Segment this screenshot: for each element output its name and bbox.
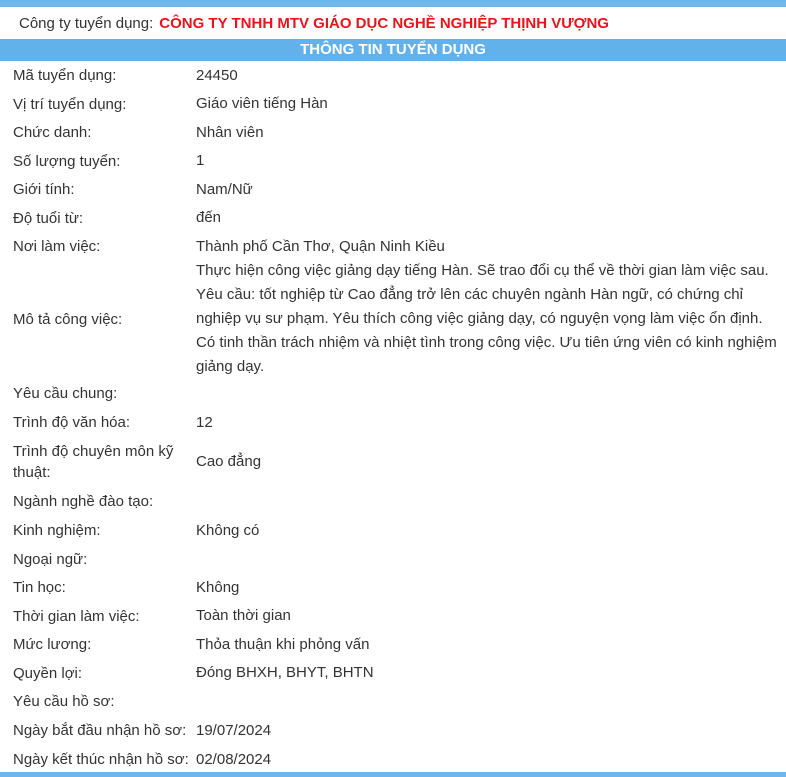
field-value: [196, 545, 786, 573]
field-value: Cao đẳng: [196, 452, 262, 470]
field-label: Ngày bắt đầu nhận hồ sơ:: [13, 722, 187, 739]
field-label: Ngày kết thúc nhận hồ sơ:: [13, 751, 189, 768]
field-value: [196, 377, 786, 409]
field-label: Ngành nghề đào tạo:: [13, 493, 154, 510]
field-value: Thỏa thuận khi phỏng vấn: [196, 635, 370, 653]
field-value: Nam/Nữ: [196, 180, 253, 198]
field-label: Thời gian làm việc:: [13, 607, 140, 625]
field-value: Giáo viên tiếng Hàn: [196, 95, 328, 112]
field-row-start-date: Ngày bắt đầu nhận hồ sơ: 19/07/2024: [0, 716, 786, 745]
field-value: đến: [196, 209, 222, 226]
field-value: Nhân viên: [196, 123, 264, 141]
field-label: Mô tả công việc:: [13, 310, 123, 328]
field-value: Không: [196, 578, 240, 596]
bottom-border: [0, 772, 786, 777]
company-label: Công ty tuyển dụng:: [19, 14, 154, 32]
field-value: Toàn thời gian: [196, 607, 291, 624]
field-row-major: Ngành nghề đào tạo:: [0, 487, 786, 516]
field-label: Yêu cầu chung:: [13, 384, 118, 402]
field-row-description: Mô tả công việc: Thực hiện công việc giả…: [0, 261, 786, 377]
field-value: [196, 687, 786, 716]
field-value: 19/07/2024: [196, 721, 272, 739]
field-value: 24450: [196, 66, 238, 84]
field-row-position: Vị trí tuyển dụng: Giáo viên tiếng Hàn: [0, 90, 786, 118]
field-value: 1: [196, 152, 205, 169]
field-value: 02/08/2024: [196, 750, 272, 768]
field-value: Không có: [196, 521, 260, 539]
field-value: Đóng BHXH, BHYT, BHTN: [196, 664, 374, 681]
field-label: Trình độ văn hóa:: [13, 414, 131, 431]
field-row-documents: Yêu cầu hồ sơ:: [0, 687, 786, 716]
field-label: Vị trí tuyển dụng:: [13, 95, 127, 113]
field-label: Trình độ chuyên môn kỹ thuật:: [13, 442, 174, 481]
field-row-education: Trình độ văn hóa: 12: [0, 409, 786, 436]
field-label: Số lượng tuyển:: [13, 152, 121, 170]
section-title: THÔNG TIN TUYỂN DỤNG: [0, 39, 786, 61]
field-value: [196, 487, 786, 516]
field-row-experience: Kinh nghiệm: Không có: [0, 516, 786, 545]
field-row-language: Ngoại ngữ:: [0, 545, 786, 573]
field-row-workplace: Nơi làm việc: Thành phố Cần Thơ, Quận Ni…: [0, 232, 786, 261]
field-row-end-date: Ngày kết thúc nhận hồ sơ: 02/08/2024: [0, 745, 786, 774]
field-label: Kinh nghiệm:: [13, 522, 101, 539]
field-row-job-code: Mã tuyển dụng: 24450: [0, 61, 786, 90]
top-border: [0, 0, 786, 7]
field-label: Quyền lợi:: [13, 664, 83, 682]
field-row-age: Độ tuổi từ: đến: [0, 204, 786, 232]
field-label: Độ tuổi từ:: [13, 209, 84, 227]
field-row-quantity: Số lượng tuyển: 1: [0, 147, 786, 175]
field-row-general-requirements: Yêu cầu chung:: [0, 377, 786, 409]
field-row-working-time: Thời gian làm việc: Toàn thời gian: [0, 602, 786, 630]
company-row: Công ty tuyển dụng: CÔNG TY TNHH MTV GIÁ…: [0, 7, 786, 39]
field-label: Tin học:: [13, 579, 66, 596]
field-label: Ngoại ngữ:: [13, 550, 88, 568]
field-value: 12: [196, 413, 213, 431]
field-value: Thực hiện công việc giảng dạy tiếng Hàn.…: [196, 262, 777, 375]
company-name: CÔNG TY TNHH MTV GIÁO DỤC NGHỀ NGHIỆP TH…: [159, 14, 609, 32]
field-value: Thành phố Cần Thơ, Quận Ninh Kiều: [196, 237, 445, 255]
job-info-table: Mã tuyển dụng: 24450 Vị trí tuyển dụng: …: [0, 61, 786, 774]
field-row-gender: Giới tính: Nam/Nữ: [0, 175, 786, 204]
field-label: Mã tuyển dụng:: [13, 67, 117, 84]
field-row-title: Chức danh: Nhân viên: [0, 118, 786, 147]
field-label: Mức lương:: [13, 636, 92, 653]
field-row-benefits: Quyền lợi: Đóng BHXH, BHYT, BHTN: [0, 659, 786, 687]
field-label: Giới tính:: [13, 181, 75, 198]
field-row-salary: Mức lương: Thỏa thuận khi phỏng vấn: [0, 630, 786, 659]
field-label: Nơi làm việc:: [13, 238, 101, 255]
field-row-it-skills: Tin học: Không: [0, 573, 786, 602]
field-row-technical-level: Trình độ chuyên môn kỹ thuật: Cao đẳng: [0, 436, 786, 487]
field-label: Yêu cầu hồ sơ:: [13, 693, 115, 710]
field-label: Chức danh:: [13, 124, 92, 141]
